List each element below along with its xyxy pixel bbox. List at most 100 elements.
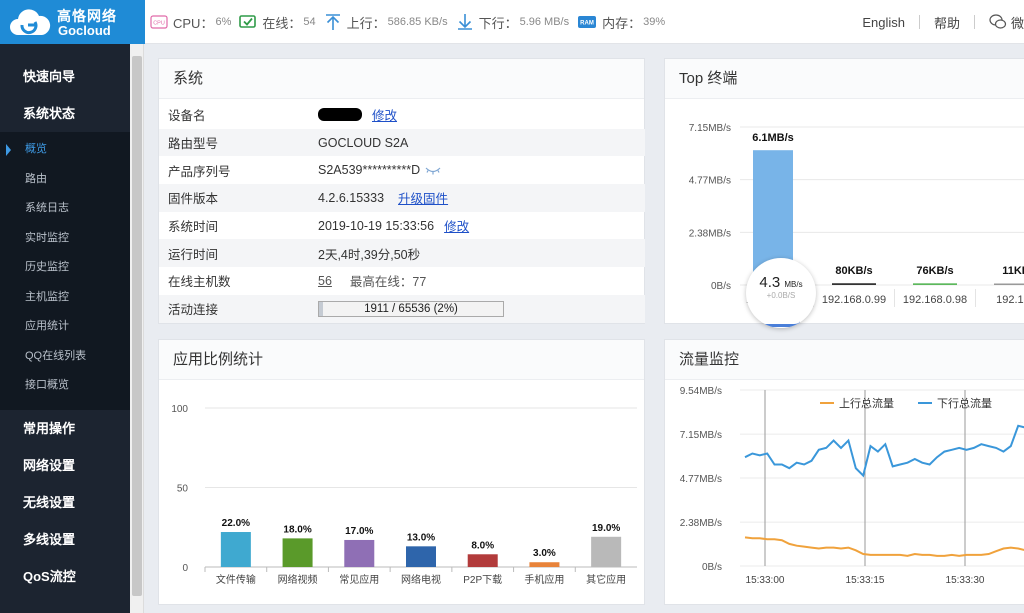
download-value: 5.96 MB/s <box>519 16 570 28</box>
connections-value: 1911 / 65536 (2%) <box>364 302 458 315</box>
legend-label: 下行总流量 <box>937 396 992 410</box>
panel-title: 系统 <box>159 59 644 99</box>
language-link[interactable]: English <box>862 15 905 30</box>
sidebar-item-system-log[interactable]: 系统日志 <box>0 194 130 224</box>
sidebar-item-route[interactable]: 路由 <box>0 165 130 195</box>
model-label: 路由型号 <box>168 137 219 152</box>
table-row: 活动连接 1911 / 65536 (2%) <box>159 294 645 323</box>
sidebar-group-quick-guide[interactable]: 快速向导 <box>0 58 130 95</box>
y-tick-label: 7.15MB/s <box>689 123 731 134</box>
y-tick-label: 4.77MB/s <box>689 176 731 187</box>
upload-value: 586.85 KB/s <box>387 16 448 28</box>
download-stat: 下行： 5.96 MB/s <box>456 13 570 32</box>
table-row: 路由型号 GOCLOUD S2A <box>159 128 645 157</box>
sidebar-group-common-ops[interactable]: 常用操作 <box>0 410 130 447</box>
time-label: 系统时间 <box>168 220 219 235</box>
system-panel: 系统 设备名 修改 路由型号 GOCLOUD S2A 产品序列号 S2A539*… <box>158 58 645 324</box>
x-tick-label: 其它应用 <box>586 573 626 586</box>
top-terminals-chart: 0B/s2.38MB/s4.77MB/s7.15MB/s6.1MB/s180KB… <box>689 123 1024 307</box>
y-tick-label: 2.38MB/s <box>689 228 731 239</box>
bar-value-label: 3.0% <box>533 548 556 559</box>
table-row: 固件版本 4.2.6.15333 升级固件 <box>159 184 645 212</box>
app-stats-chart: 0 50 100 22.0% 文件传输 18.0% 网络视频 17.0% 常见应用 13.0% 网络… <box>171 404 637 586</box>
sidebar-group-system-status[interactable]: 系统状态 <box>0 95 130 132</box>
help-link[interactable]: 帮助 <box>934 13 960 32</box>
sidebar-group-qos[interactable]: QoS流控 <box>0 558 130 595</box>
sidebar-group-wireless-settings[interactable]: 无线设置 <box>0 484 130 521</box>
download-label: 下行： <box>478 15 518 31</box>
memory-stat: RAM 内存： 39% <box>577 13 665 32</box>
x-tick-label: 15:33:30 <box>946 575 985 586</box>
x-tick-label: 15:33:00 <box>746 575 785 586</box>
series-line <box>744 536 1024 557</box>
sidebar-group-multiline-settings[interactable]: 多线设置 <box>0 521 130 558</box>
hosts-count-link[interactable]: 56 <box>318 274 332 288</box>
wechat-icon <box>989 14 1007 29</box>
model-value: GOCLOUD S2A <box>318 135 409 150</box>
online-label: 在线： <box>262 15 302 31</box>
online-value: 54 <box>303 16 316 28</box>
upload-label: 上行： <box>346 15 386 31</box>
sidebar-scrollbar[interactable] <box>130 44 144 613</box>
bar <box>344 539 375 567</box>
y-tick-label: 9.54MB/s <box>680 386 722 397</box>
sidebar-submenu: 概览 路由 系统日志 实时监控 历史监控 主机监控 应用统计 QQ在线列表 接口… <box>0 132 130 410</box>
bar <box>994 283 1024 285</box>
speed-gauge: 4.3 MB/s +0.0B/S <box>746 258 816 328</box>
bar <box>406 546 436 567</box>
edit-time-link[interactable]: 修改 <box>444 216 469 235</box>
wechat-label: 微 <box>1010 15 1024 31</box>
firmware-value: 4.2.6.15333 <box>318 190 385 205</box>
sidebar-item-realtime-monitor[interactable]: 实时监控 <box>0 224 130 254</box>
svg-text:CPU: CPU <box>153 21 165 27</box>
y-tick-label: 0B/s <box>711 281 731 292</box>
serial-value: S2A539**********D <box>318 163 421 178</box>
sidebar-item-app-stats[interactable]: 应用统计 <box>0 312 130 342</box>
edit-device-name-link[interactable]: 修改 <box>372 105 397 124</box>
bar-value-label: 11KB <box>1002 265 1024 277</box>
connections-label: 活动连接 <box>168 303 219 318</box>
y-tick-label: 4.77MB/s <box>680 474 722 485</box>
system-info-table: 设备名 修改 路由型号 GOCLOUD S2A 产品序列号 S2A539****… <box>159 101 645 323</box>
bar <box>282 538 313 567</box>
wechat-link[interactable]: 微 <box>989 13 1024 32</box>
scrollbar-thumb[interactable] <box>132 56 142 596</box>
monitor-check-icon <box>239 14 257 30</box>
bar-value-label: 6.1MB/s <box>752 132 794 144</box>
x-tick-label: P2P下载 <box>463 574 502 586</box>
bar <box>591 536 622 567</box>
x-tick-label: 手机应用 <box>524 573 564 586</box>
divider <box>973 15 975 29</box>
bar-value-label: 18.0% <box>283 524 311 535</box>
panel-title: 流量监控 <box>665 340 1024 380</box>
bar-value-label: 19.0% <box>592 523 620 534</box>
eye-icon[interactable] <box>425 165 441 175</box>
series-line <box>744 424 1024 478</box>
cpu-stat: CPU CPU： 6% <box>150 13 231 32</box>
serial-label: 产品序列号 <box>168 164 231 179</box>
y-tick-label: 0B/s <box>702 562 722 573</box>
x-tick-label: 网络电视 <box>401 573 441 586</box>
brand-logo[interactable]: 高恪网络 Gocloud <box>0 0 145 44</box>
gauge-unit: MB/s <box>784 280 803 289</box>
sidebar-item-overview[interactable]: 概览 <box>0 135 130 165</box>
legend-label: 上行总流量 <box>839 396 894 410</box>
sidebar-item-history-monitor[interactable]: 历史监控 <box>0 253 130 283</box>
bar-value-label: 76KB/s <box>916 265 953 277</box>
cpu-label: CPU： <box>173 15 214 31</box>
sidebar-item-qq-online[interactable]: QQ在线列表 <box>0 342 130 372</box>
upload-arrow-icon <box>324 13 342 31</box>
bar <box>913 283 957 285</box>
sidebar-item-host-monitor[interactable]: 主机监控 <box>0 283 130 313</box>
online-stat: 在线： 54 <box>239 13 316 32</box>
y-tick-label: 0 <box>182 563 188 574</box>
device-name-label: 设备名 <box>168 109 206 124</box>
upgrade-firmware-link[interactable]: 升级固件 <box>398 188 448 207</box>
table-row: 系统时间 2019-10-19 15:33:56 修改 <box>159 212 645 240</box>
sidebar-group-network-settings[interactable]: 网络设置 <box>0 447 130 484</box>
traffic-monitor-panel: 流量监控 0B/s 2.38MB/s 4.77MB/s 7.15MB/s 9.54MB/… <box>664 339 1024 605</box>
sidebar-item-interface-overview[interactable]: 接口概览 <box>0 371 130 401</box>
max-online-value: 最高在线：77 <box>349 275 427 290</box>
status-bar: CPU CPU： 6% 在线： 54 上行： 586.85 KB/s 下行： 5… <box>150 0 673 44</box>
hosts-label: 在线主机数 <box>168 275 231 290</box>
